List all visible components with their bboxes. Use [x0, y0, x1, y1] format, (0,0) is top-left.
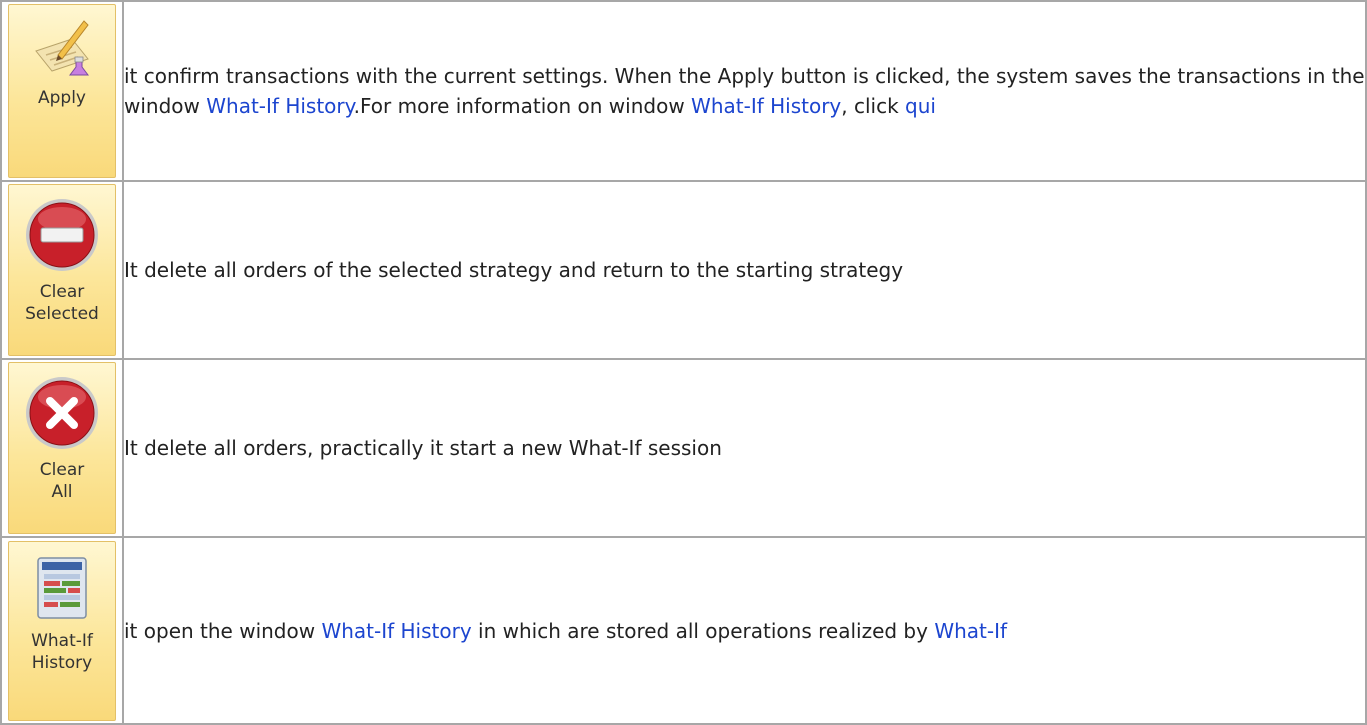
what-if-history-button[interactable]: What-If History — [8, 540, 116, 721]
button-label: Selected — [25, 304, 99, 324]
button-label: Apply — [38, 88, 86, 108]
button-label: What-If — [31, 630, 93, 651]
table-row: Clear Selected It delete all orders of t… — [0, 180, 1367, 360]
clear-selected-button[interactable]: Clear Selected — [8, 184, 116, 356]
description-cell: It delete all orders, practically it sta… — [122, 358, 1367, 538]
what-if-link[interactable]: What-If — [934, 619, 1007, 643]
description-text: , click — [841, 94, 906, 118]
qui-link[interactable]: qui — [905, 94, 936, 118]
description-text: .For more information on window — [353, 94, 692, 118]
no-entry-icon — [26, 199, 98, 271]
button-label: Clear — [39, 460, 85, 480]
description-text: in which are stored all operations reali… — [471, 618, 935, 643]
table-row: Apply it confirm transactions with the c… — [0, 0, 1367, 182]
description-cell: it confirm transactions with the current… — [122, 0, 1367, 182]
apply-button[interactable]: Apply — [8, 4, 116, 178]
icon-cell: Clear Selected — [0, 180, 124, 360]
x-circle-icon — [26, 377, 98, 449]
clear-all-button[interactable]: Clear All — [8, 362, 116, 534]
what-if-history-link[interactable]: What-If History — [321, 619, 471, 643]
description-text: It delete all orders, practically it sta… — [124, 436, 722, 460]
table-row: Clear All It delete all orders, practica… — [0, 358, 1367, 538]
icon-cell: Apply — [0, 0, 124, 182]
description-cell: it open the window What-If History in wh… — [122, 536, 1367, 725]
icon-cell: Clear All — [0, 358, 124, 538]
icon-cell: What-If History — [0, 536, 124, 725]
history-window-icon — [37, 556, 87, 619]
description-cell: It delete all orders of the selected str… — [122, 180, 1367, 360]
what-if-history-link[interactable]: What-If History — [691, 94, 841, 118]
what-if-history-link[interactable]: What-If History — [206, 94, 353, 118]
description-text: it open the window — [124, 618, 322, 643]
description-text: It delete all orders of the selected str… — [124, 258, 904, 282]
button-label: All — [51, 482, 73, 502]
button-label: History — [31, 652, 93, 673]
button-label: Clear — [39, 282, 85, 302]
table-row: What-If History it open the window What-… — [0, 536, 1367, 725]
apply-icon — [35, 20, 89, 76]
functions-table: Apply it confirm transactions with the c… — [0, 0, 1367, 725]
